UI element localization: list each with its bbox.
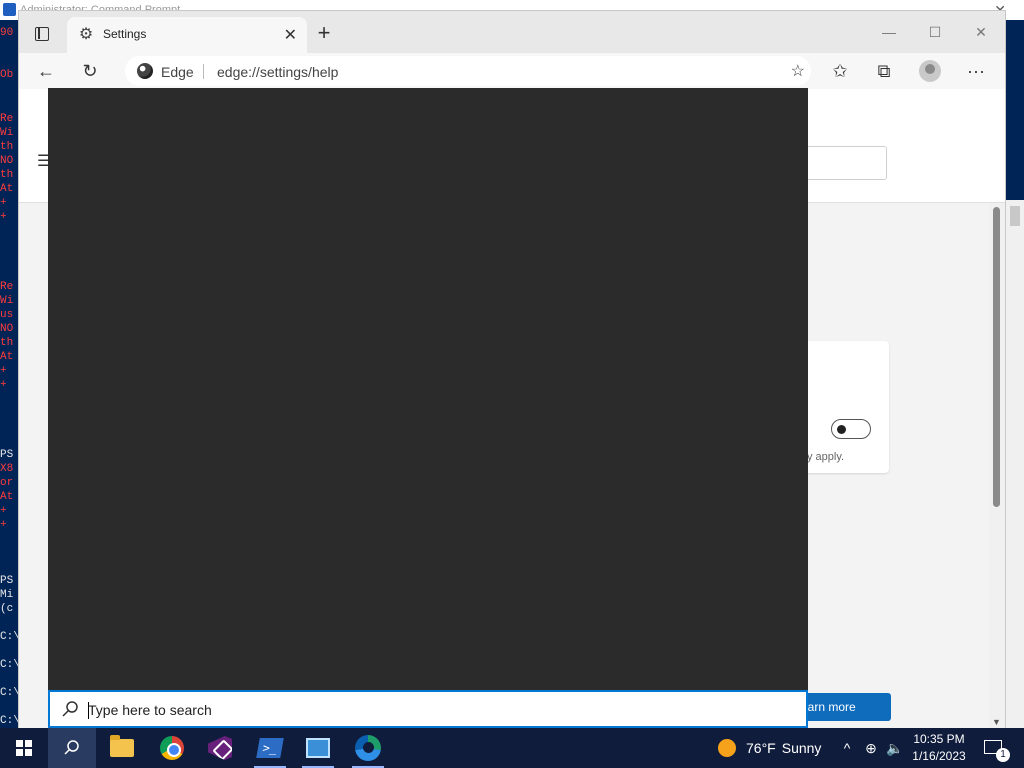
console-line: th (0, 337, 14, 349)
console-line: + (0, 365, 7, 377)
network-icon[interactable]: ⊕ (860, 728, 882, 768)
more-menu-icon[interactable]: ··· (961, 57, 991, 85)
browser-toolbar: ← ↻ Edge edge://settings/help ☆ ✩ ⧉ ··· (19, 53, 1005, 89)
search-icon (62, 701, 78, 717)
search-button[interactable] (48, 728, 96, 768)
console-line: th (0, 141, 14, 153)
address-bar[interactable]: Edge edge://settings/help ☆ (125, 56, 811, 86)
console-line: or (0, 477, 14, 489)
console-line: C:\ (0, 687, 20, 699)
edge-logo-icon (137, 63, 153, 79)
console-line: C:\ (0, 659, 20, 671)
address-separator (203, 64, 204, 79)
console-line: NO (0, 323, 14, 335)
weather-desc: Sunny (781, 740, 822, 756)
taskbar: >_ 76°F Sunny ^ ⊕ 🔈 10:35 PM 1/16/2023 1 (0, 728, 1024, 768)
close-button[interactable]: ✕ (961, 21, 1001, 43)
console-line: Wi (0, 127, 14, 139)
page-scrollbar[interactable]: ▼ (989, 203, 1005, 729)
search-icon (64, 740, 79, 755)
console-line: Mi (0, 589, 14, 601)
minimize-button[interactable]: — (869, 21, 909, 43)
visual-studio-button[interactable] (196, 728, 244, 768)
windows-logo-icon (16, 740, 32, 756)
tab-title: Settings (103, 27, 147, 41)
address-brand: Edge (161, 64, 194, 80)
console-line: + (0, 379, 7, 391)
maximize-button[interactable]: ☐ (915, 21, 955, 43)
clock-time: 10:35 PM (913, 732, 965, 746)
console-line: Ob (0, 69, 14, 81)
console-line: th (0, 169, 14, 181)
address-url[interactable]: edge://settings/help (217, 64, 338, 80)
app-tool-icon (306, 738, 330, 758)
console-line: + (0, 519, 7, 531)
new-tab-button[interactable]: + (313, 22, 335, 45)
avatar (919, 60, 941, 82)
visual-studio-icon (208, 736, 232, 760)
console-line: NO (0, 155, 14, 167)
powershell-icon: >_ (256, 738, 284, 758)
sun-icon (718, 739, 736, 757)
clock[interactable]: 10:35 PM 1/16/2023 (906, 731, 972, 765)
console-line: PS (0, 449, 14, 461)
console-line: X8 (0, 463, 14, 475)
console-line: Re (0, 281, 14, 293)
tab-actions-icon (35, 27, 49, 41)
console-scroll-thumb[interactable] (1010, 206, 1020, 226)
tab-actions-button[interactable] (27, 21, 57, 47)
tool-button[interactable] (294, 728, 342, 768)
collections-icon[interactable]: ⧉ (869, 57, 899, 85)
edge-taskbar-button[interactable] (344, 728, 392, 768)
notification-button[interactable]: 1 (978, 728, 1018, 768)
console-line: us (0, 309, 14, 321)
setting-toggle[interactable] (831, 419, 871, 439)
console-line: + (0, 211, 7, 223)
back-icon[interactable]: ← (31, 57, 61, 85)
console-line: At (0, 351, 14, 363)
search-placeholder: Type here to search (88, 702, 212, 718)
favorites-icon[interactable]: ✩ (825, 57, 855, 85)
file-explorer-button[interactable] (98, 728, 146, 768)
chrome-icon (160, 736, 184, 760)
weather-temp: 76°F (746, 740, 776, 756)
console-line: Wi (0, 295, 14, 307)
refresh-icon[interactable]: ↻ (75, 57, 105, 85)
console-line: Re (0, 113, 14, 125)
start-button[interactable] (0, 728, 48, 768)
tab-settings[interactable]: ⚙ Settings ✕ (67, 17, 307, 53)
search-flyout (48, 88, 808, 728)
tab-strip: ⚙ Settings ✕ + — ☐ ✕ (19, 11, 1005, 53)
console-scrollbar[interactable] (1006, 200, 1024, 730)
scroll-thumb[interactable] (993, 207, 1000, 507)
edge-icon (355, 735, 381, 761)
gear-icon: ⚙ (78, 26, 94, 43)
console-line: C:\ (0, 631, 20, 643)
search-input[interactable]: Type here to search (48, 690, 808, 728)
tab-close-icon[interactable]: ✕ (284, 25, 297, 45)
add-favorite-icon[interactable]: ☆ (791, 61, 805, 81)
chrome-button[interactable] (148, 728, 196, 768)
console-line: At (0, 183, 14, 195)
powershell-icon (3, 3, 16, 16)
chevron-up-icon[interactable]: ^ (838, 728, 856, 768)
toggle-note: y apply. (807, 451, 845, 463)
powershell-taskbar-button[interactable]: >_ (246, 728, 294, 768)
profile-button[interactable] (915, 57, 945, 85)
volume-icon[interactable]: 🔈 (884, 728, 906, 768)
weather-widget[interactable]: 76°F Sunny (718, 728, 821, 768)
scroll-down-icon[interactable]: ▼ (992, 717, 1001, 727)
console-line: + (0, 197, 7, 209)
console-line: 90 (0, 27, 14, 39)
text-caret (88, 702, 89, 719)
console-line: PS (0, 575, 14, 587)
clock-date: 1/16/2023 (912, 749, 966, 763)
console-line: (c (0, 603, 14, 615)
console-line: At (0, 491, 14, 503)
console-line: + (0, 505, 7, 517)
notification-badge: 1 (996, 748, 1010, 762)
folder-icon (110, 735, 134, 757)
